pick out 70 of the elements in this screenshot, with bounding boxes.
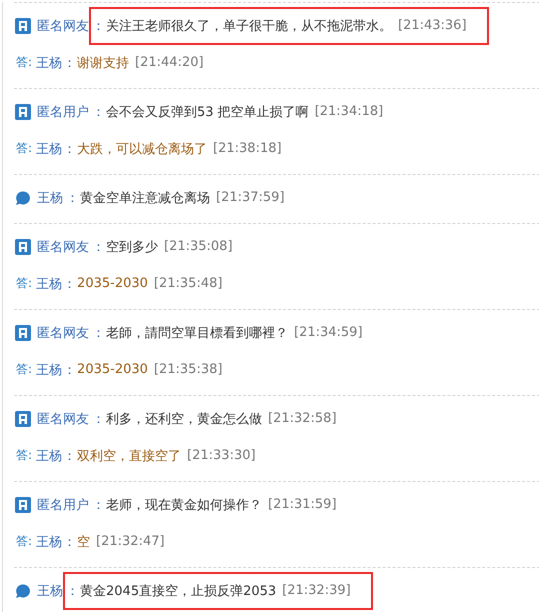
author-name: 王杨 bbox=[36, 534, 62, 550]
reply-label: 答: bbox=[16, 140, 32, 157]
colon: ： bbox=[66, 582, 79, 600]
reply-label: 答: bbox=[16, 275, 32, 292]
colon: ： bbox=[66, 190, 79, 206]
message-text: 黄金空单注意减仓离场 bbox=[80, 190, 210, 206]
timestamp: [21:32:58] bbox=[268, 411, 337, 426]
reply-label: 答: bbox=[16, 533, 32, 550]
user-badge-icon bbox=[15, 410, 31, 426]
reply-text: 空 bbox=[77, 534, 90, 550]
reply-text: 2035-2030 bbox=[77, 276, 148, 291]
author-name: 匿名用户 bbox=[37, 104, 89, 120]
timestamp: [21:33:30] bbox=[187, 448, 256, 463]
author-name: 匿名网友 bbox=[37, 410, 89, 428]
message-text: 空到多少 bbox=[106, 238, 158, 256]
speech-bubble-icon bbox=[15, 582, 31, 598]
message-text: 关注王老师很久了，单子很干脆，从不拖泥带水。 bbox=[106, 18, 392, 34]
user-badge-icon bbox=[15, 324, 31, 340]
message-text: 利多，还利空，黄金怎么做 bbox=[106, 410, 262, 428]
reply-label: 答: bbox=[16, 361, 32, 378]
author-name: 匿名用户 bbox=[37, 496, 89, 514]
reply-text: 大跌，可以减仓离场了 bbox=[77, 140, 208, 158]
colon: ： bbox=[63, 534, 76, 550]
reply-text: 谢谢支持 bbox=[77, 54, 130, 72]
timestamp: [21:34:18] bbox=[314, 104, 384, 119]
message-text: 会不会又反弹到53 把空单止损了啊 bbox=[106, 104, 309, 120]
reply-label: 答: bbox=[16, 54, 32, 71]
reply-text: 2035-2030 bbox=[77, 362, 148, 377]
author-name: 匿名网友 bbox=[37, 324, 89, 342]
author-name: 匿名网友 bbox=[37, 18, 89, 34]
colon: ： bbox=[92, 18, 105, 34]
timestamp: [21:43:36] bbox=[398, 18, 467, 33]
timestamp: [21:44:20] bbox=[135, 55, 204, 70]
colon: ： bbox=[92, 410, 105, 428]
timestamp: [21:35:08] bbox=[164, 239, 233, 254]
timestamp: [21:37:59] bbox=[216, 190, 285, 205]
user-badge-icon bbox=[15, 496, 31, 512]
author-name: 王杨 bbox=[36, 362, 62, 378]
message-text: 老師，請問空單目標看到哪裡？ bbox=[106, 324, 288, 342]
message-text: 老师，现在黄金如何操作？ bbox=[106, 496, 262, 514]
timestamp: [21:31:59] bbox=[268, 497, 337, 512]
author-name: 王杨 bbox=[37, 190, 63, 206]
reply-text: 双利空，直接空了 bbox=[77, 448, 182, 464]
colon: ： bbox=[92, 104, 105, 120]
timestamp: [21:35:48] bbox=[154, 276, 222, 291]
colon: ： bbox=[92, 496, 105, 514]
author-name: 王杨 bbox=[36, 276, 62, 292]
timestamp: [21:32:39] bbox=[282, 583, 351, 598]
user-badge-icon bbox=[15, 238, 31, 254]
message-text: 黄金2045直接空，止损反弹2053 bbox=[80, 582, 276, 600]
colon: ： bbox=[63, 276, 76, 292]
colon: ： bbox=[63, 54, 76, 72]
colon: ： bbox=[63, 140, 76, 158]
author-name: 王杨 bbox=[37, 582, 63, 600]
timestamp: [21:35:38] bbox=[154, 362, 222, 377]
user-badge-icon bbox=[15, 18, 31, 34]
author-name: 王杨 bbox=[36, 140, 62, 158]
colon: ： bbox=[92, 324, 105, 342]
reply-label: 答: bbox=[16, 447, 32, 464]
timestamp: [21:38:18] bbox=[213, 141, 282, 156]
timestamp: [21:34:59] bbox=[294, 325, 363, 340]
colon: ： bbox=[63, 362, 76, 378]
author-name: 匿名网友 bbox=[37, 238, 89, 256]
author-name: 王杨 bbox=[36, 448, 62, 464]
user-badge-icon bbox=[15, 104, 31, 120]
speech-bubble-icon bbox=[15, 190, 31, 206]
timestamp: [21:32:47] bbox=[96, 534, 165, 549]
colon: ： bbox=[92, 238, 105, 256]
author-name: 王杨 bbox=[36, 54, 62, 72]
colon: ： bbox=[63, 448, 76, 464]
